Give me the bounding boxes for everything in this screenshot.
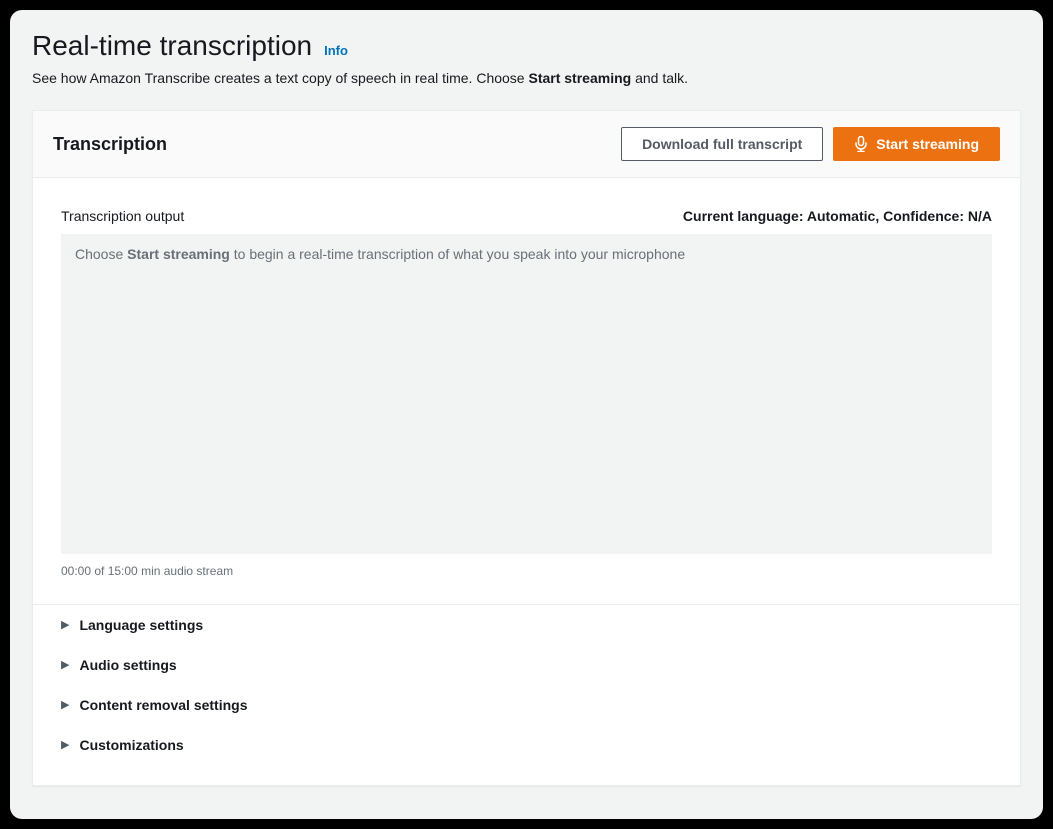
page-title: Real-time transcription — [32, 30, 312, 62]
output-status: Current language: Automatic, Confidence:… — [683, 208, 992, 224]
page-description-suffix: and talk. — [631, 70, 688, 86]
info-link[interactable]: Info — [324, 43, 348, 58]
card-actions: Download full transcript Start streaming — [621, 127, 1000, 161]
transcription-output-box: Choose Start streaming to begin a real-t… — [61, 234, 992, 554]
status-mid: , Confidence: — [875, 208, 968, 224]
card-title: Transcription — [53, 134, 167, 155]
caret-right-icon: ▶ — [61, 660, 69, 671]
caret-right-icon: ▶ — [61, 740, 69, 751]
transcription-card: Transcription Download full transcript S… — [32, 110, 1021, 786]
placeholder-prefix: Choose — [75, 246, 127, 262]
expand-language-settings[interactable]: ▶ Language settings — [61, 605, 992, 645]
expand-content-removal-settings[interactable]: ▶ Content removal settings — [61, 685, 992, 725]
status-prefix: Current language: — [683, 208, 807, 224]
page-title-row: Real-time transcription Info — [32, 30, 1021, 62]
section-label: Language settings — [79, 617, 203, 633]
section-label: Customizations — [79, 737, 183, 753]
caret-right-icon: ▶ — [61, 620, 69, 631]
section-label: Content removal settings — [79, 697, 247, 713]
start-streaming-button[interactable]: Start streaming — [833, 127, 1000, 161]
stream-info: 00:00 of 15:00 min audio stream — [61, 564, 992, 578]
status-language: Automatic — [807, 208, 875, 224]
card-header: Transcription Download full transcript S… — [33, 111, 1020, 178]
placeholder-bold: Start streaming — [127, 246, 230, 262]
expand-customizations[interactable]: ▶ Customizations — [61, 725, 992, 765]
page-header: Real-time transcription Info See how Ama… — [32, 30, 1021, 86]
start-streaming-label: Start streaming — [876, 134, 979, 154]
output-header: Transcription output Current language: A… — [61, 208, 992, 224]
page-container: Real-time transcription Info See how Ama… — [10, 10, 1043, 819]
microphone-icon — [854, 136, 868, 152]
expand-audio-settings[interactable]: ▶ Audio settings — [61, 645, 992, 685]
caret-right-icon: ▶ — [61, 700, 69, 711]
section-label: Audio settings — [79, 657, 176, 673]
page-description: See how Amazon Transcribe creates a text… — [32, 70, 1021, 86]
download-transcript-button[interactable]: Download full transcript — [621, 127, 823, 161]
card-body: Transcription output Current language: A… — [33, 178, 1020, 785]
placeholder-suffix: to begin a real-time transcription of wh… — [230, 246, 685, 262]
page-description-bold: Start streaming — [528, 70, 631, 86]
status-confidence: N/A — [968, 208, 992, 224]
output-label: Transcription output — [61, 208, 184, 224]
page-description-prefix: See how Amazon Transcribe creates a text… — [32, 70, 528, 86]
